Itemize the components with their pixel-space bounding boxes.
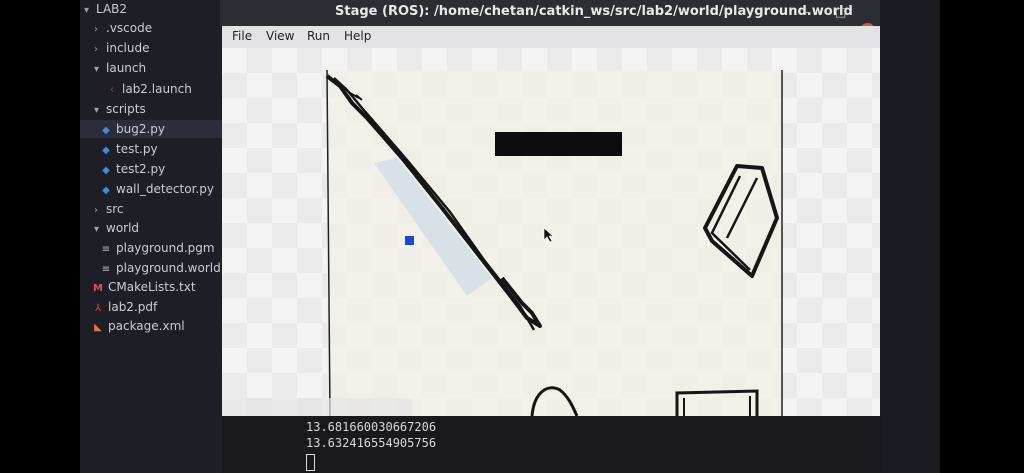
chevron-down-icon: ▾: [94, 224, 100, 235]
chevron-right-icon: ›: [94, 24, 98, 35]
pdf-file-icon: ⅄: [94, 303, 102, 314]
chevron-right-icon: ›: [94, 205, 98, 216]
tree-file-wall-detector-py[interactable]: ◆ wall_detector.py: [100, 180, 214, 198]
robot-marker: [405, 236, 414, 245]
menu-file[interactable]: File: [232, 29, 252, 43]
tree-file-lab2-pdf[interactable]: ⅄ lab2.pdf: [92, 298, 157, 316]
tree-folder-vscode[interactable]: › .vscode: [94, 19, 152, 37]
stage-canvas[interactable]: [222, 48, 880, 416]
maximize-icon[interactable]: □: [835, 5, 846, 19]
explorer-root-lab2[interactable]: ▾ LAB2: [84, 0, 127, 18]
tree-file-test2-py[interactable]: ◆ test2.py: [100, 160, 165, 178]
launch-file-icon: ᚲ: [109, 85, 115, 96]
chevron-right-icon: ›: [94, 44, 98, 55]
tree-file-package-xml[interactable]: ◣ package.xml: [92, 317, 184, 335]
tree-folder-include[interactable]: › include: [94, 39, 149, 57]
tree-file-cmakelists[interactable]: M CMakeLists.txt: [92, 278, 196, 296]
terminal-output[interactable]: 13.681660030667206 13.632416554905756: [222, 416, 882, 473]
tree-folder-launch[interactable]: ▾ launch: [94, 59, 146, 77]
file-explorer: ▾ LAB2 › .vscode › include ▾ launch ᚲ lab2.la…: [80, 0, 228, 473]
tree-folder-scripts[interactable]: ▾ scripts: [94, 100, 146, 118]
stage-title-bar[interactable]: Stage (ROS): /home/chetan/catkin_ws/src/…: [220, 0, 880, 26]
menu-run[interactable]: Run: [307, 29, 330, 43]
tree-folder-world[interactable]: ▾ world: [94, 219, 139, 237]
world-map: [222, 48, 880, 416]
python-file-icon: ◆: [102, 185, 110, 196]
menu-help[interactable]: Help: [344, 29, 371, 43]
python-file-icon: ◆: [102, 165, 110, 176]
python-file-icon: ◆: [102, 145, 110, 156]
tree-file-playground-pgm[interactable]: ≡ playground.pgm: [100, 239, 215, 257]
chevron-down-icon: ▾: [84, 5, 90, 16]
python-file-icon: ◆: [102, 125, 110, 136]
terminal-line: 13.681660030667206: [306, 420, 437, 434]
status-strip: [222, 398, 412, 416]
terminal-cursor: [306, 454, 315, 471]
chevron-down-icon: ▾: [94, 105, 100, 116]
tree-file-lab2-launch[interactable]: ᚲ lab2.launch: [106, 80, 192, 98]
terminal-line: 13.632416554905756: [306, 436, 437, 450]
text-file-icon: ≡: [101, 244, 111, 255]
stage-menu-bar: File View Run Help: [222, 26, 880, 49]
tree-file-test-py[interactable]: ◆ test.py: [100, 140, 157, 158]
tree-file-bug2-py[interactable]: ◆ bug2.py: [80, 120, 228, 138]
minimize-icon[interactable]: –: [805, 5, 811, 19]
tree-folder-src[interactable]: › src: [94, 200, 124, 218]
window-title: Stage (ROS): /home/chetan/catkin_ws/src/…: [335, 4, 853, 19]
chevron-down-icon: ▾: [94, 64, 100, 75]
menu-view[interactable]: View: [266, 29, 294, 43]
xml-file-icon: ◣: [94, 322, 102, 333]
obstacle-block: [495, 132, 622, 156]
tree-file-playground-world[interactable]: ≡ playground.world: [100, 259, 221, 277]
text-file-icon: ≡: [101, 264, 111, 275]
cmake-file-icon: M: [93, 283, 103, 294]
